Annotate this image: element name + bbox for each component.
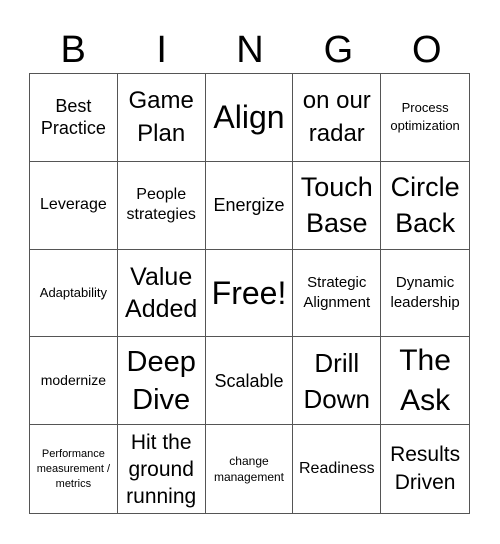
header-letter-g: G — [323, 29, 354, 71]
cell-text: Circle Back — [390, 172, 460, 239]
cell-text: Results Driven — [390, 443, 461, 495]
bingo-cell[interactable]: Strategic Alignment — [293, 249, 382, 338]
bingo-cell[interactable]: on our radar — [293, 74, 382, 162]
cell-text: Drill Down — [303, 347, 371, 414]
bingo-cell[interactable]: Drill Down — [293, 337, 382, 426]
cell-text: Readiness — [298, 460, 375, 478]
bingo-cell[interactable]: Readiness — [293, 425, 382, 513]
bingo-cell[interactable]: Process optimization — [381, 74, 469, 162]
cell-text: Leverage — [40, 196, 107, 214]
cell-text: Deep Dive — [126, 345, 196, 416]
bingo-cell[interactable]: Deep Dive — [117, 337, 206, 426]
cell-text: Scalable — [214, 370, 284, 391]
bingo-cell[interactable]: People strategies — [117, 161, 206, 250]
cell-text: Value Added — [125, 262, 198, 323]
header-letter-b: B — [60, 29, 86, 71]
bingo-cell[interactable]: Results Driven — [381, 425, 469, 513]
bingo-cell[interactable]: Align — [205, 74, 294, 162]
bingo-cell[interactable]: Hit the ground running — [118, 425, 206, 513]
header-letter-i: I — [156, 29, 167, 71]
bingo-cell[interactable]: Circle Back — [381, 162, 469, 250]
cell-text: Process optimization — [390, 100, 460, 134]
cell-text: Game Plan — [128, 87, 194, 148]
cell-text: People strategies — [126, 186, 196, 224]
cell-text: Best Practice — [40, 96, 106, 139]
cell-text: change management — [213, 454, 284, 485]
bingo-cell[interactable]: Leverage — [30, 161, 118, 250]
bingo-cell[interactable]: change management — [206, 425, 294, 513]
cell-text: Hit the ground running — [126, 430, 197, 508]
cell-text: Strategic Alignment — [303, 273, 371, 311]
header-letter-n: N — [236, 29, 264, 71]
bingo-cell[interactable]: Energize — [205, 161, 294, 250]
cell-text: Dynamic leadership — [390, 273, 460, 311]
bingo-cell[interactable]: Scalable — [205, 337, 294, 426]
header-letter-o: O — [412, 29, 442, 71]
bingo-cell[interactable]: Free! — [205, 249, 294, 338]
bingo-cell[interactable]: Touch Base — [293, 161, 382, 250]
bingo-grid: Best Practice Game Plan Align on our rad… — [29, 73, 470, 514]
bingo-cell[interactable]: The Ask — [381, 337, 469, 426]
bingo-cell[interactable]: Value Added — [117, 249, 206, 338]
cell-text: modernize — [40, 372, 107, 389]
bingo-cell[interactable]: modernize — [30, 337, 118, 426]
bingo-cell[interactable]: Dynamic leadership — [381, 250, 469, 338]
bingo-cell[interactable]: Best Practice — [30, 74, 118, 162]
cell-text: Align — [213, 99, 285, 136]
cell-text: Performance measurement / metrics — [36, 447, 111, 490]
cell-text: on our radar — [302, 87, 371, 148]
bingo-cell[interactable]: Adaptability — [30, 249, 118, 338]
cell-text: Energize — [213, 195, 285, 216]
cell-text: The Ask — [399, 343, 451, 417]
free-space-text: Free! — [211, 274, 287, 311]
bingo-header: B I N G O — [29, 28, 471, 72]
cell-text: Adaptability — [39, 284, 107, 300]
cell-text: Touch Base — [300, 172, 373, 239]
bingo-cell[interactable]: Game Plan — [117, 74, 206, 162]
bingo-cell[interactable]: Performance measurement / metrics — [30, 425, 118, 513]
